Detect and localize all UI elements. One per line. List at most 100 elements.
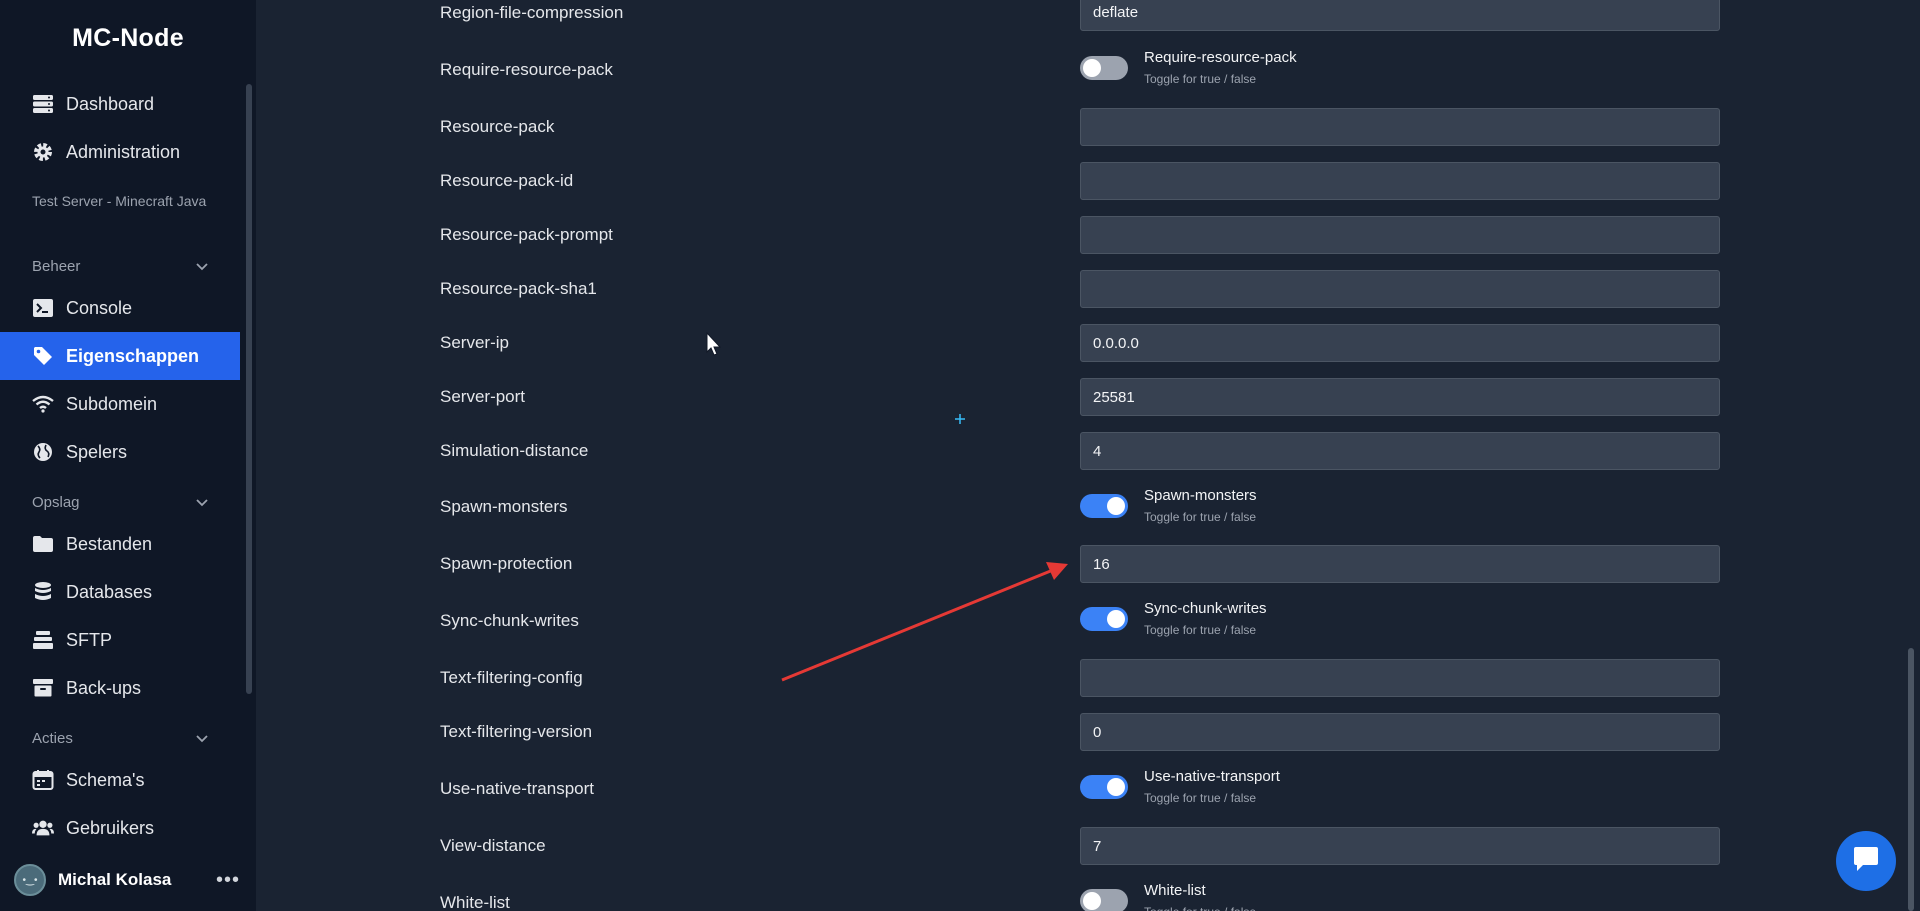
input-resource-pack-sha1[interactable]	[1080, 270, 1720, 308]
input-region-file-compression[interactable]	[1080, 0, 1720, 31]
face-icon: •‿•	[22, 874, 38, 886]
sidebar-item-label: Databases	[66, 581, 153, 602]
label-resource-pack: Resource-pack	[440, 117, 555, 136]
more-options-icon[interactable]: •••	[210, 869, 246, 892]
chevron-down-icon	[196, 494, 208, 511]
chevron-down-icon	[196, 258, 208, 275]
input-server-port[interactable]	[1080, 378, 1720, 416]
toggle-knob	[1083, 59, 1101, 77]
toggle-sync-chunk-writes[interactable]	[1080, 607, 1128, 631]
label-text-filtering-config: Text-filtering-config	[440, 668, 583, 687]
toggle-knob	[1083, 892, 1101, 910]
sidebar-item-eigenschappen[interactable]: Eigenschappen	[0, 332, 240, 380]
sidebar-item-label: Console	[66, 297, 133, 318]
sidebar-item-schema[interactable]: Schema's	[0, 756, 240, 804]
label-white-list: White-list	[440, 893, 510, 911]
sidebar-scrollbar[interactable]	[246, 84, 252, 694]
toggle-sub-sync-chunk-writes: Toggle for true / false	[1144, 623, 1257, 637]
toggle-sub-white-list: Toggle for true / false	[1144, 905, 1256, 911]
toggle-sub-use-native-transport: Toggle for true / false	[1144, 791, 1257, 805]
label-sync-chunk-writes: Sync-chunk-writes	[440, 611, 579, 630]
crosshair-icon	[955, 414, 965, 424]
toggle-white-list[interactable]	[1080, 889, 1128, 911]
main-scrollbar[interactable]	[1908, 648, 1914, 911]
sidebar: MC-Node Dashboard Administration Test Se…	[0, 0, 256, 911]
server-name: Test Server - Minecraft Java	[32, 193, 207, 209]
input-simulation-distance[interactable]	[1080, 432, 1720, 470]
toggle-sub-spawn-monsters: Toggle for true / false	[1144, 510, 1257, 524]
folder-icon	[32, 533, 54, 555]
sidebar-item-gebruikers[interactable]: Gebruikers	[0, 804, 240, 852]
users-icon	[32, 817, 54, 839]
toggle-require-resource-pack[interactable]	[1080, 56, 1128, 80]
layers-icon	[32, 629, 54, 651]
sidebar-item-administration[interactable]: Administration	[0, 128, 240, 176]
input-spawn-protection[interactable]	[1080, 545, 1720, 583]
terminal-icon	[32, 297, 54, 319]
input-text-filtering-version[interactable]	[1080, 713, 1720, 751]
toggle-use-native-transport[interactable]	[1080, 775, 1128, 799]
input-resource-pack-prompt[interactable]	[1080, 216, 1720, 254]
chat-button[interactable]	[1836, 831, 1896, 891]
server-stack-icon	[32, 93, 54, 115]
section-beheer[interactable]: Beheer	[32, 254, 208, 278]
input-resource-pack-id[interactable]	[1080, 162, 1720, 200]
tag-icon	[32, 345, 54, 367]
avatar: •‿•	[14, 864, 46, 896]
label-region-file-compression: Region-file-compression	[440, 3, 624, 22]
sidebar-item-label: SFTP	[66, 629, 113, 650]
toggle-knob	[1107, 778, 1125, 796]
input-server-ip[interactable]	[1080, 324, 1720, 362]
input-view-distance[interactable]	[1080, 827, 1720, 865]
sidebar-item-console[interactable]: Console	[0, 284, 240, 332]
sidebar-item-label: Administration	[66, 141, 181, 162]
sidebar-item-label: Back-ups	[66, 677, 142, 698]
brand-logo[interactable]: MC-Node	[0, 24, 256, 53]
sidebar-item-label: Schema's	[66, 769, 145, 790]
section-opslag[interactable]: Opslag	[32, 490, 208, 514]
toggle-title-require-resource-pack: Require-resource-pack	[1144, 49, 1297, 66]
label-resource-pack-sha1: Resource-pack-sha1	[440, 279, 597, 298]
database-icon	[32, 581, 54, 603]
label-resource-pack-id: Resource-pack-id	[440, 171, 574, 190]
sidebar-item-bestanden[interactable]: Bestanden	[0, 520, 240, 568]
label-require-resource-pack: Require-resource-pack	[440, 60, 613, 79]
chevron-down-icon	[196, 730, 208, 747]
label-use-native-transport: Use-native-transport	[440, 779, 595, 798]
sidebar-item-label: Gebruikers	[66, 817, 155, 838]
label-server-port: Server-port	[440, 387, 526, 406]
sidebar-item-spelers[interactable]: Spelers	[0, 428, 240, 476]
label-spawn-monsters: Spawn-monsters	[440, 497, 568, 516]
sidebar-item-label: Subdomein	[66, 393, 158, 414]
label-spawn-protection: Spawn-protection	[440, 554, 573, 573]
input-text-filtering-config[interactable]	[1080, 659, 1720, 697]
sidebar-item-label: Bestanden	[66, 533, 153, 554]
toggle-spawn-monsters[interactable]	[1080, 494, 1128, 518]
archive-icon	[32, 677, 54, 699]
calendar-icon	[32, 769, 54, 791]
sidebar-item-label: Eigenschappen	[66, 345, 200, 366]
sidebar-item-dashboard[interactable]: Dashboard	[0, 80, 240, 128]
sidebar-item-label: Dashboard	[66, 93, 155, 114]
gear-icon	[32, 141, 54, 163]
label-server-ip: Server-ip	[440, 333, 509, 352]
toggle-title-spawn-monsters: Spawn-monsters	[1144, 487, 1257, 504]
sidebar-item-sftp[interactable]: SFTP	[0, 616, 240, 664]
section-acties[interactable]: Acties	[32, 726, 208, 750]
user-menu[interactable]: •‿• Michal Kolasa •••	[14, 862, 246, 898]
sidebar-item-label: Spelers	[66, 441, 128, 462]
input-resource-pack[interactable]	[1080, 108, 1720, 146]
toggle-sub-require-resource-pack: Toggle for true / false	[1144, 72, 1257, 86]
toggle-title-sync-chunk-writes: Sync-chunk-writes	[1144, 600, 1267, 617]
mouse-cursor-icon	[706, 331, 722, 356]
globe-icon	[32, 441, 54, 463]
red-arrow-icon	[781, 562, 1068, 682]
sidebar-item-databases[interactable]: Databases	[0, 568, 240, 616]
user-name: Michal Kolasa	[58, 870, 172, 889]
label-resource-pack-prompt: Resource-pack-prompt	[440, 225, 613, 244]
toggle-knob	[1107, 610, 1125, 628]
chat-icon	[1851, 845, 1881, 878]
sidebar-item-subdomein[interactable]: Subdomein	[0, 380, 240, 428]
sidebar-item-backups[interactable]: Back-ups	[0, 664, 240, 712]
toggle-knob	[1107, 497, 1125, 515]
